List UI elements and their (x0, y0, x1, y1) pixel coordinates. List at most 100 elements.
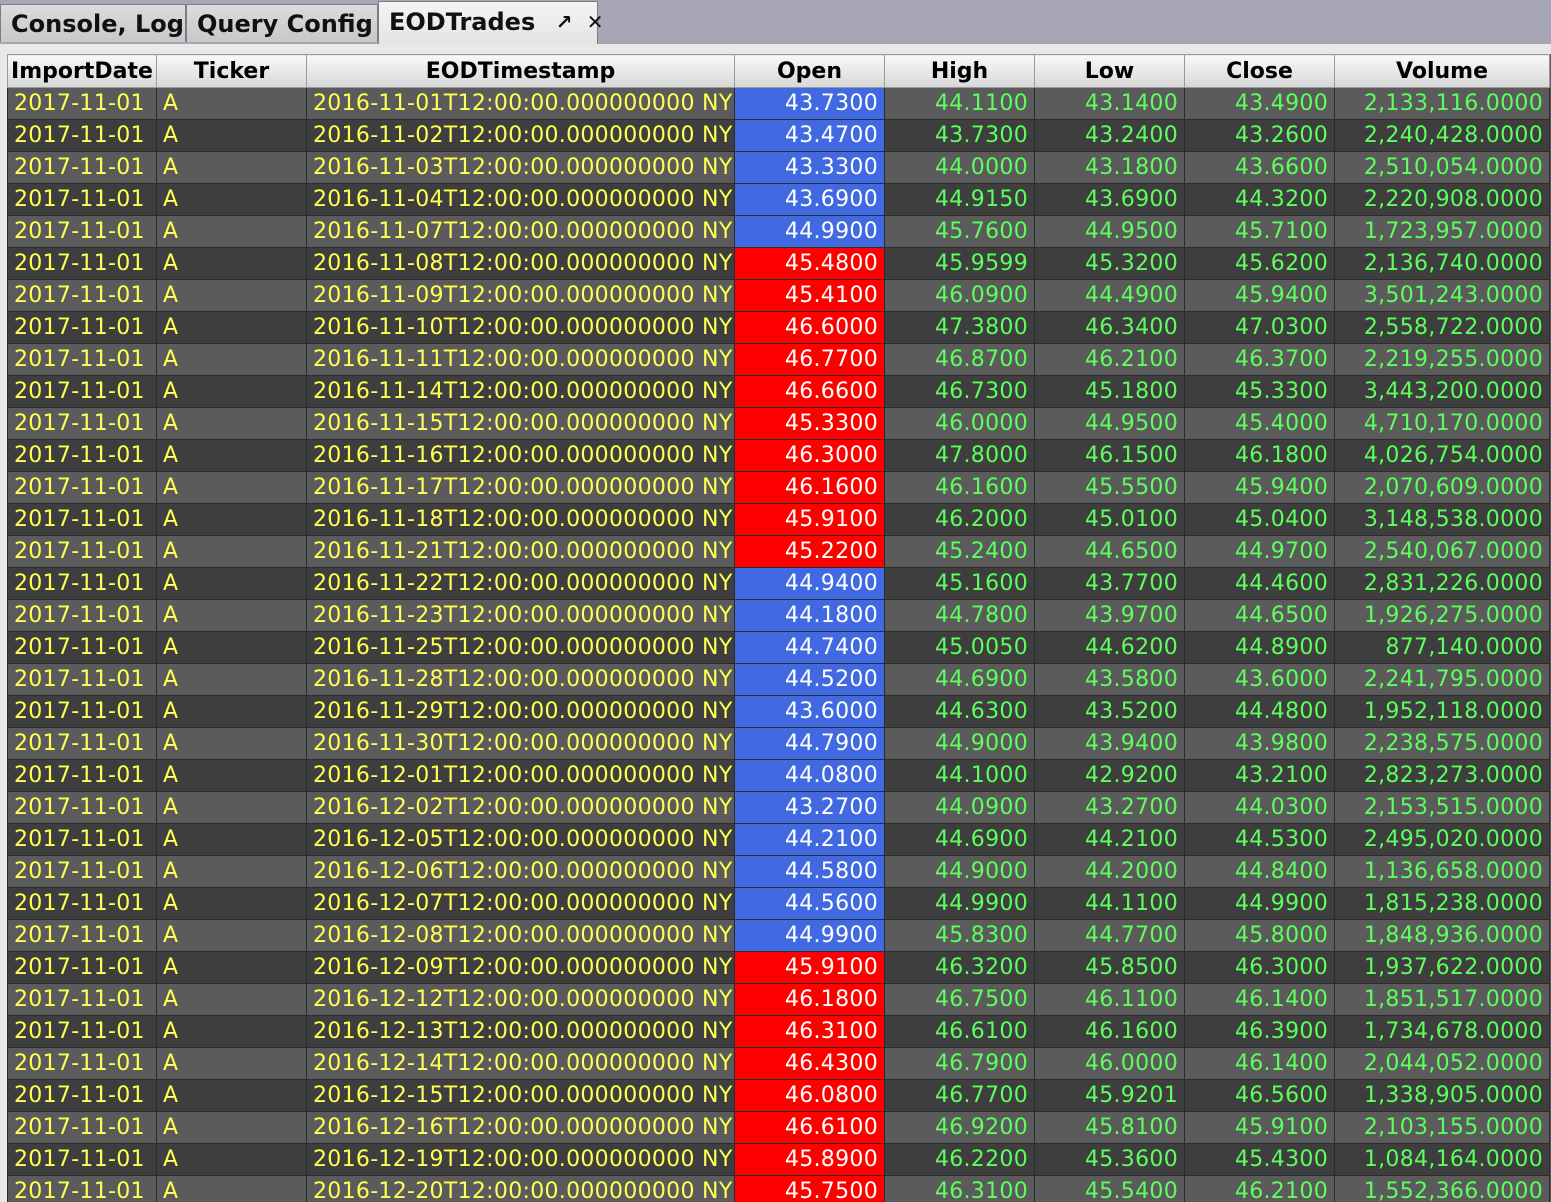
cell-high[interactable]: 44.0900 (884, 791, 1035, 824)
cell-high[interactable]: 46.0000 (884, 407, 1035, 440)
cell-eodtimestamp[interactable]: 2016-12-07T12:00:00.000000000 NY (306, 887, 735, 920)
cell-eodtimestamp[interactable]: 2016-12-14T12:00:00.000000000 NY (306, 1047, 735, 1080)
table-row[interactable]: 2017-11-01 A 2016-11-30T12:00:00.000000000… (7, 727, 1550, 760)
cell-importdate[interactable]: 2017-11-01 (7, 855, 157, 888)
cell-high[interactable]: 46.7500 (884, 983, 1035, 1016)
table-row[interactable]: 2017-11-01 A 2016-12-15T12:00:00.000000000… (7, 1079, 1550, 1112)
table-row[interactable]: 2017-11-01 A 2016-11-16T12:00:00.000000000… (7, 439, 1550, 472)
cell-open[interactable]: 45.2200 (734, 535, 885, 568)
cell-eodtimestamp[interactable]: 2016-11-25T12:00:00.000000000 NY (306, 631, 735, 664)
cell-open[interactable]: 43.6000 (734, 695, 885, 728)
cell-low[interactable]: 46.3400 (1034, 311, 1185, 344)
cell-high[interactable]: 44.9900 (884, 887, 1035, 920)
cell-close[interactable]: 45.6200 (1184, 247, 1335, 280)
cell-eodtimestamp[interactable]: 2016-11-08T12:00:00.000000000 NY (306, 247, 735, 280)
cell-close[interactable]: 44.8400 (1184, 855, 1335, 888)
cell-importdate[interactable]: 2017-11-01 (7, 407, 157, 440)
cell-high[interactable]: 45.7600 (884, 215, 1035, 248)
cell-open[interactable]: 45.7500 (734, 1175, 885, 1202)
cell-low[interactable]: 44.2000 (1034, 855, 1185, 888)
cell-eodtimestamp[interactable]: 2016-11-07T12:00:00.000000000 NY (306, 215, 735, 248)
cell-open[interactable]: 44.9900 (734, 215, 885, 248)
cell-low[interactable]: 45.8100 (1034, 1111, 1185, 1144)
cell-eodtimestamp[interactable]: 2016-11-17T12:00:00.000000000 NY (306, 471, 735, 504)
cell-importdate[interactable]: 2017-11-01 (7, 471, 157, 504)
cell-ticker[interactable]: A (156, 983, 307, 1016)
cell-eodtimestamp[interactable]: 2016-11-21T12:00:00.000000000 NY (306, 535, 735, 568)
cell-volume[interactable]: 1,136,658.0000 (1334, 855, 1550, 888)
cell-high[interactable]: 45.1600 (884, 567, 1035, 600)
table-row[interactable]: 2017-11-01 A 2016-11-22T12:00:00.000000000… (7, 567, 1550, 600)
table-row[interactable]: 2017-11-01 A 2016-12-05T12:00:00.000000000… (7, 823, 1550, 856)
cell-volume[interactable]: 3,501,243.0000 (1334, 279, 1550, 312)
column-header-importdate[interactable]: ImportDate (7, 54, 157, 88)
cell-low[interactable]: 45.3600 (1034, 1143, 1185, 1176)
table-row[interactable]: 2017-11-01 A 2016-11-28T12:00:00.000000000… (7, 663, 1550, 696)
cell-close[interactable]: 43.6000 (1184, 663, 1335, 696)
cell-ticker[interactable]: A (156, 1143, 307, 1176)
cell-eodtimestamp[interactable]: 2016-12-08T12:00:00.000000000 NY (306, 919, 735, 952)
cell-high[interactable]: 44.6900 (884, 823, 1035, 856)
cell-volume[interactable]: 2,103,155.0000 (1334, 1111, 1550, 1144)
cell-importdate[interactable]: 2017-11-01 (7, 599, 157, 632)
cell-low[interactable]: 45.9201 (1034, 1079, 1185, 1112)
cell-ticker[interactable]: A (156, 1111, 307, 1144)
cell-eodtimestamp[interactable]: 2016-11-02T12:00:00.000000000 NY (306, 119, 735, 152)
cell-close[interactable]: 45.9400 (1184, 471, 1335, 504)
cell-eodtimestamp[interactable]: 2016-11-03T12:00:00.000000000 NY (306, 151, 735, 184)
cell-importdate[interactable]: 2017-11-01 (7, 503, 157, 536)
cell-ticker[interactable]: A (156, 407, 307, 440)
table-row[interactable]: 2017-11-01 A 2016-11-14T12:00:00.000000000… (7, 375, 1550, 408)
cell-volume[interactable]: 2,558,722.0000 (1334, 311, 1550, 344)
table-row[interactable]: 2017-11-01 A 2016-11-07T12:00:00.000000000… (7, 215, 1550, 248)
table-row[interactable]: 2017-11-01 A 2016-11-15T12:00:00.000000000… (7, 407, 1550, 440)
table-row[interactable]: 2017-11-01 A 2016-11-25T12:00:00.000000000… (7, 631, 1550, 664)
cell-ticker[interactable]: A (156, 631, 307, 664)
cell-volume[interactable]: 1,926,275.0000 (1334, 599, 1550, 632)
cell-open[interactable]: 46.1800 (734, 983, 885, 1016)
cell-importdate[interactable]: 2017-11-01 (7, 247, 157, 280)
table-row[interactable]: 2017-11-01 A 2016-12-20T12:00:00.000000000… (7, 1175, 1550, 1202)
cell-close[interactable]: 45.8000 (1184, 919, 1335, 952)
cell-close[interactable]: 45.4300 (1184, 1143, 1335, 1176)
cell-importdate[interactable]: 2017-11-01 (7, 151, 157, 184)
cell-eodtimestamp[interactable]: 2016-11-23T12:00:00.000000000 NY (306, 599, 735, 632)
cell-close[interactable]: 43.2100 (1184, 759, 1335, 792)
cell-ticker[interactable]: A (156, 439, 307, 472)
cell-close[interactable]: 46.3900 (1184, 1015, 1335, 1048)
cell-open[interactable]: 45.8900 (734, 1143, 885, 1176)
cell-open[interactable]: 45.4100 (734, 279, 885, 312)
cell-high[interactable]: 46.7900 (884, 1047, 1035, 1080)
cell-low[interactable]: 43.1800 (1034, 151, 1185, 184)
cell-ticker[interactable]: A (156, 535, 307, 568)
cell-eodtimestamp[interactable]: 2016-11-10T12:00:00.000000000 NY (306, 311, 735, 344)
cell-open[interactable]: 46.3100 (734, 1015, 885, 1048)
tab-eodtrades[interactable]: EODTrades ↗ ✕ (378, 1, 603, 44)
cell-ticker[interactable]: A (156, 695, 307, 728)
cell-ticker[interactable]: A (156, 1047, 307, 1080)
cell-ticker[interactable]: A (156, 791, 307, 824)
cell-ticker[interactable]: A (156, 567, 307, 600)
cell-importdate[interactable]: 2017-11-01 (7, 1079, 157, 1112)
cell-open[interactable]: 45.3300 (734, 407, 885, 440)
cell-close[interactable]: 44.8900 (1184, 631, 1335, 664)
cell-low[interactable]: 45.5400 (1034, 1175, 1185, 1202)
table-row[interactable]: 2017-11-01 A 2016-11-21T12:00:00.000000000… (7, 535, 1550, 568)
cell-low[interactable]: 44.9500 (1034, 215, 1185, 248)
cell-low[interactable]: 42.9200 (1034, 759, 1185, 792)
cell-high[interactable]: 44.0000 (884, 151, 1035, 184)
table-row[interactable]: 2017-11-01 A 2016-12-16T12:00:00.000000000… (7, 1111, 1550, 1144)
cell-close[interactable]: 45.3300 (1184, 375, 1335, 408)
cell-high[interactable]: 44.9000 (884, 855, 1035, 888)
cell-volume[interactable]: 2,241,795.0000 (1334, 663, 1550, 696)
cell-close[interactable]: 44.6500 (1184, 599, 1335, 632)
cell-low[interactable]: 45.5500 (1034, 471, 1185, 504)
cell-high[interactable]: 46.8700 (884, 343, 1035, 376)
cell-high[interactable]: 44.9000 (884, 727, 1035, 760)
cell-volume[interactable]: 1,552,366.0000 (1334, 1175, 1550, 1202)
cell-ticker[interactable]: A (156, 1015, 307, 1048)
cell-low[interactable]: 44.7700 (1034, 919, 1185, 952)
table-row[interactable]: 2017-11-01 A 2016-11-10T12:00:00.000000000… (7, 311, 1550, 344)
cell-ticker[interactable]: A (156, 727, 307, 760)
cell-high[interactable]: 46.1600 (884, 471, 1035, 504)
